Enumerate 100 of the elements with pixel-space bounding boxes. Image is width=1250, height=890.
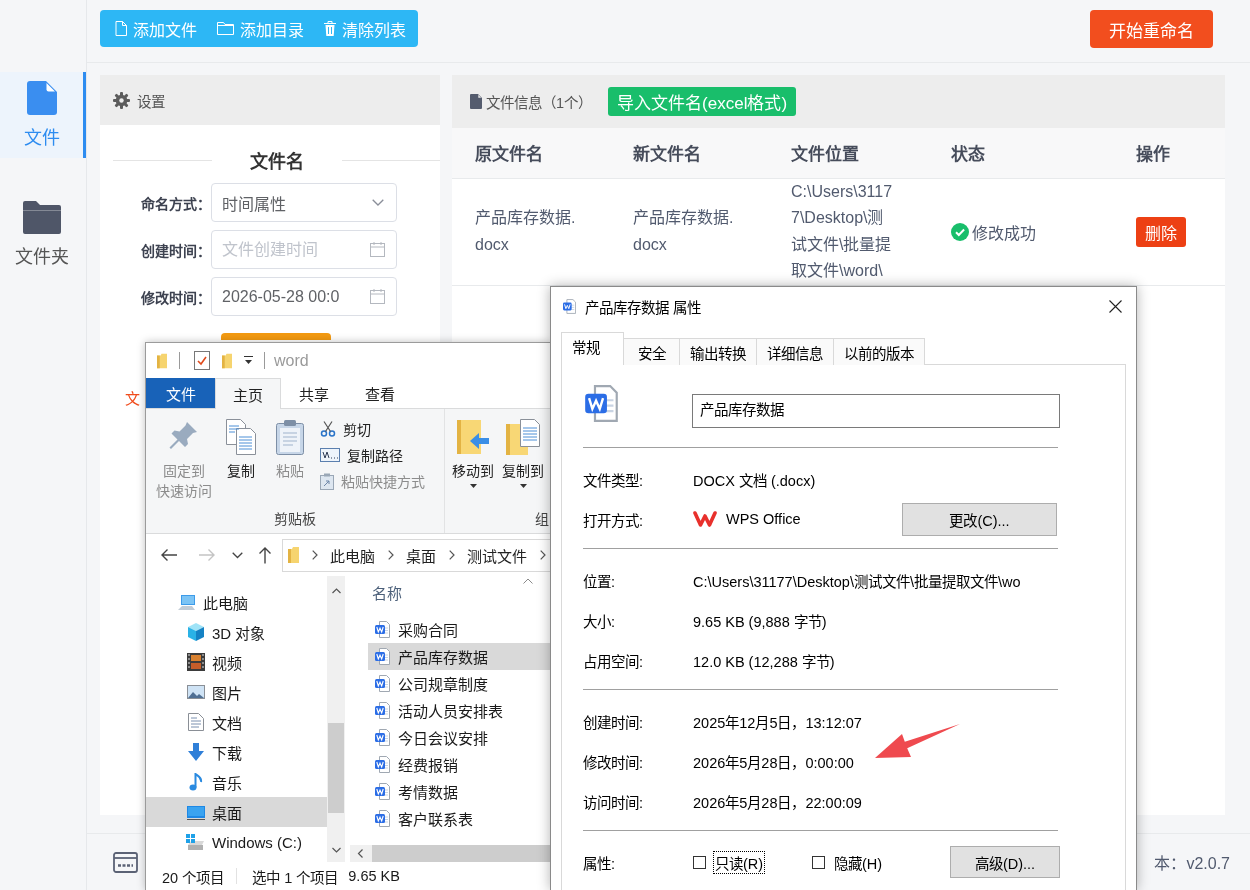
file-item[interactable]: 今日会议安排 xyxy=(368,724,551,751)
select-field[interactable]: 时间属性 xyxy=(211,183,397,222)
file-item[interactable]: 采购合同 xyxy=(368,616,551,643)
hint-text: 文 xyxy=(125,389,140,408)
tree-item[interactable]: 桌面 xyxy=(146,797,327,827)
document-icon xyxy=(375,648,390,665)
dialog-tab[interactable]: 详细信息 xyxy=(757,338,834,365)
breadcrumb-item[interactable]: 此电脑 xyxy=(330,544,375,566)
tree-item[interactable]: 3D 对象 xyxy=(146,617,327,647)
file-item[interactable]: 经费报销 xyxy=(368,751,551,778)
field-label: 创建时间： xyxy=(140,241,211,260)
calendar-icon xyxy=(370,242,385,257)
trash-icon xyxy=(324,21,336,36)
back-arrow-icon[interactable] xyxy=(160,548,178,562)
scissors-icon xyxy=(320,421,336,437)
chevron-right-icon xyxy=(449,550,455,560)
document-icon xyxy=(187,713,204,731)
ribbon-button[interactable]: 复制 xyxy=(220,419,262,481)
gear-icon xyxy=(113,91,130,109)
cube-icon xyxy=(186,623,205,641)
caret-up-icon[interactable] xyxy=(331,588,341,594)
field-label: 访问时间: xyxy=(583,793,645,812)
computer-icon xyxy=(177,594,196,610)
dialog-tab[interactable]: 安全 xyxy=(624,338,680,365)
app-logo-icon xyxy=(693,510,717,528)
file-item[interactable]: 公司规章制度 xyxy=(368,670,551,697)
field-value: 2026年5月28日，0:00:00 xyxy=(693,753,854,772)
document-icon xyxy=(375,621,390,638)
document-icon xyxy=(375,783,390,800)
caret-down-icon xyxy=(469,484,477,488)
group-label: 组 xyxy=(534,510,550,529)
breadcrumb-item[interactable]: 测试文件 xyxy=(467,544,527,566)
file-menu-button[interactable]: 文件 xyxy=(146,378,215,408)
advanced-button[interactable]: 高级(D)... xyxy=(950,846,1060,878)
file-item[interactable]: 产品库存数据 xyxy=(368,643,551,670)
column-header[interactable]: 名称 xyxy=(372,581,402,603)
ribbon-button[interactable]: 剪切 xyxy=(320,416,425,442)
delete-button[interactable]: 删除 xyxy=(1136,216,1186,247)
up-arrow-icon[interactable] xyxy=(258,546,272,564)
vertical-scrollbar[interactable] xyxy=(327,576,345,862)
breadcrumb-item[interactable]: 桌面 xyxy=(406,544,436,566)
dialog-tab[interactable]: 输出转换 xyxy=(680,338,757,365)
column-header: 新文件名 xyxy=(610,128,768,178)
field-label: 命名方式： xyxy=(140,194,211,213)
chevron-right-icon xyxy=(312,550,318,560)
status-text: 修改成功 xyxy=(972,223,1036,244)
tree-item[interactable]: 图片 xyxy=(146,677,327,707)
scrollbar-thumb[interactable] xyxy=(328,723,344,813)
tree-item[interactable]: 文档 xyxy=(146,707,327,737)
document-check-icon[interactable] xyxy=(194,351,210,370)
table-cell: C:\Users\31177\Desktop\测试文件\批量提取文件\word\ xyxy=(768,178,928,285)
tree-item[interactable]: 下载 xyxy=(146,737,327,767)
field-label: 打开方式: xyxy=(583,511,645,530)
file-item[interactable]: 客户联系表 xyxy=(368,805,551,832)
ribbon-tab[interactable]: 共享 xyxy=(281,378,347,408)
dialog-tab[interactable]: 常规 xyxy=(561,332,624,365)
ribbon-tab[interactable]: 主页 xyxy=(215,378,281,409)
field-label: 文件类型: xyxy=(583,471,645,490)
ribbon-tab[interactable]: 查看 xyxy=(347,378,413,408)
document-icon xyxy=(375,675,390,692)
film-icon xyxy=(186,653,205,671)
status-text: 选中 1 个项目 xyxy=(252,868,339,887)
caret-down-icon[interactable] xyxy=(244,356,253,365)
status-text: 9.65 KB xyxy=(348,868,400,884)
status-text: 20 个项目 xyxy=(162,868,225,887)
tree-item[interactable]: 音乐 xyxy=(146,767,327,797)
tree-item[interactable]: Windows (C:) xyxy=(146,827,327,857)
checkbox[interactable] xyxy=(693,855,706,869)
start-button[interactable]: 开始重命名 xyxy=(1090,10,1213,48)
caret-up-icon xyxy=(523,578,533,584)
change-button[interactable]: 更改(C)... xyxy=(902,502,1057,536)
ribbon-button[interactable]: 复制路径 xyxy=(320,442,425,468)
checkbox-label[interactable]: 只读(R) xyxy=(713,850,766,874)
dialog-tab[interactable]: 以前的版本 xyxy=(834,338,925,365)
download-arrow-icon xyxy=(186,743,205,761)
sidebar-item[interactable]: 文件夹 xyxy=(0,191,86,277)
checkbox[interactable] xyxy=(812,855,825,869)
caret-left-icon[interactable] xyxy=(357,849,363,858)
folder-document-icon xyxy=(505,419,541,455)
checkbox-label[interactable]: 隐藏(H) xyxy=(832,850,885,874)
folder-arrow-icon xyxy=(456,419,490,455)
close-icon[interactable] xyxy=(1109,299,1122,313)
date-field[interactable]: 2026-05-28 00:0 xyxy=(211,277,397,316)
date-field[interactable]: 文件创建时间 xyxy=(211,230,397,269)
address-bar[interactable]: 此电脑 桌面 测试文件 xyxy=(282,538,551,572)
tree-item[interactable]: 视频 xyxy=(146,647,327,677)
document-icon xyxy=(375,810,390,827)
chevron-down-icon[interactable] xyxy=(232,551,243,559)
file-item[interactable]: 活动人员安排表 xyxy=(368,697,551,724)
file-item[interactable]: 考情数据 xyxy=(368,778,551,805)
ribbon-button[interactable]: 移动到 xyxy=(450,419,496,488)
drive-icon xyxy=(186,834,205,850)
field-value: C:\Users\31177\Desktop\测试文件\批量提取文件\wo xyxy=(693,572,1021,591)
document-icon xyxy=(563,298,576,314)
tree-item[interactable]: 此电脑 xyxy=(146,587,327,617)
panel-title: 设置 xyxy=(137,92,165,111)
ribbon-button[interactable]: 复制到 xyxy=(500,419,546,488)
name-field[interactable]: 产品库存数据 xyxy=(692,394,1060,428)
field-value: 12.0 KB (12,288 字节) xyxy=(693,652,835,671)
chevron-down-icon xyxy=(372,199,384,206)
